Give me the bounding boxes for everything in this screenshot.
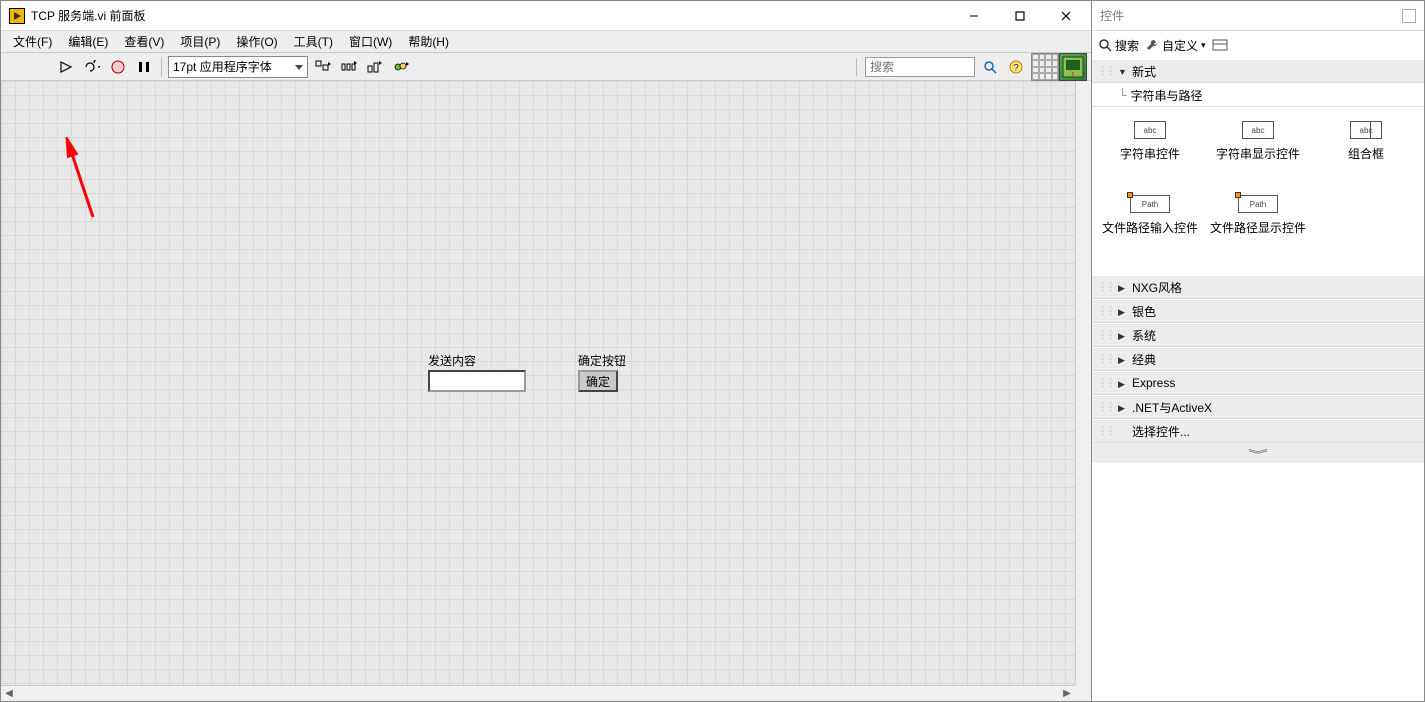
palette-tree: ⋮⋮新式 └字符串与路径 abc 字符串控件 abc 字符串显示控件 abc 组… [1092,59,1424,701]
front-panel-canvas[interactable]: 发送内容 确定按钮 确定 [1,81,1075,685]
item-string-control[interactable]: abc 字符串控件 [1096,117,1204,191]
reorder-button[interactable] [390,56,412,78]
view-icon [1212,38,1228,52]
item-string-indicator[interactable]: abc 字符串显示控件 [1204,117,1312,191]
vi-icon[interactable]: 1 [1059,53,1087,81]
menu-file[interactable]: 文件(F) [5,31,60,52]
search-icon [1098,38,1112,52]
tree-string-path[interactable]: └字符串与路径 [1092,83,1424,107]
tree-silver[interactable]: ⋮⋮银色 [1092,299,1424,323]
send-content-input[interactable] [428,370,526,392]
toolbar-search-input[interactable] [865,57,975,77]
item-empty [1312,191,1420,265]
palette-header: 控件 [1092,1,1424,31]
path-indicator-icon: Path [1238,195,1278,213]
scroll-corner [1075,685,1091,701]
tree-express[interactable]: ⋮⋮Express [1092,371,1424,395]
item-path-input[interactable]: Path 文件路径输入控件 [1096,191,1204,265]
item-path-indicator[interactable]: Path 文件路径显示控件 [1204,191,1312,265]
scroll-right-icon[interactable]: ▶ [1059,687,1075,701]
maximize-button[interactable] [997,1,1043,31]
path-input-icon: Path [1130,195,1170,213]
canvas-wrap: 发送内容 确定按钮 确定 ◀ ▶ [1,81,1091,701]
title-bar: TCP 服务端.vi 前面板 [1,1,1091,31]
run-continuous-button[interactable] [81,56,103,78]
menu-window[interactable]: 窗口(W) [341,31,400,52]
toolbar-divider [161,57,162,77]
abort-button[interactable] [107,56,129,78]
string-control-icon: abc [1134,121,1166,139]
tree-select-control[interactable]: ⋮⋮选择控件... [1092,419,1424,443]
palette-search-button[interactable]: 搜索 [1098,37,1139,54]
help-icon[interactable]: ? [1005,56,1027,78]
window-controls [951,1,1089,31]
distribute-button[interactable] [338,56,360,78]
send-content-label: 发送内容 [428,352,476,369]
palette-items-grid: abc 字符串控件 abc 字符串显示控件 abc 组合框 Path 文件路径输… [1092,107,1424,275]
annotation-arrow [61,137,101,227]
tree-system[interactable]: ⋮⋮系统 [1092,323,1424,347]
svg-text:?: ? [1013,63,1019,74]
pause-button[interactable] [133,56,155,78]
toolbar: 17pt 应用程序字体 ? 1 [1,53,1091,81]
menu-help[interactable]: 帮助(H) [400,31,457,52]
align-button[interactable] [312,56,334,78]
menu-edit[interactable]: 编辑(E) [60,31,116,52]
search-icon[interactable] [979,56,1001,78]
wrench-icon [1145,38,1159,52]
palette-expand-row[interactable]: ︾ [1092,443,1424,463]
menu-operate[interactable]: 操作(O) [228,31,285,52]
string-indicator-icon: abc [1242,121,1274,139]
menu-tools[interactable]: 工具(T) [286,31,341,52]
combo-box-icon: abc [1350,121,1382,139]
menu-bar: 文件(F) 编辑(E) 查看(V) 项目(P) 操作(O) 工具(T) 窗口(W… [1,31,1091,53]
scroll-left-icon[interactable]: ◀ [1,687,17,701]
palette-customize-button[interactable]: 自定义▾ [1145,37,1206,54]
item-combo-box[interactable]: abc 组合框 [1312,117,1420,191]
close-button[interactable] [1043,1,1089,31]
menu-project[interactable]: 项目(P) [172,31,228,52]
window-title: TCP 服务端.vi 前面板 [31,7,145,24]
svg-text:1: 1 [1071,72,1075,79]
vertical-scrollbar[interactable] [1075,81,1091,685]
tree-classic[interactable]: ⋮⋮经典 [1092,347,1424,371]
menu-view[interactable]: 查看(V) [116,31,172,52]
font-selector[interactable]: 17pt 应用程序字体 [168,56,308,78]
resize-button[interactable] [364,56,386,78]
horizontal-scrollbar[interactable]: ◀ ▶ [1,685,1075,701]
search-divider [856,58,857,76]
tree-nxg[interactable]: ⋮⋮NXG风格 [1092,275,1424,299]
palette-title: 控件 [1100,7,1124,24]
palette-view-button[interactable] [1212,38,1228,52]
controls-palette: 控件 搜索 自定义▾ ⋮⋮新式 └字符串与路径 abc 字符串控件 abc 字符… [1092,0,1425,702]
run-button[interactable] [55,56,77,78]
tree-dotnet[interactable]: ⋮⋮.NET与ActiveX [1092,395,1424,419]
palette-toolbar: 搜索 自定义▾ [1092,31,1424,59]
ok-button-label: 确定按钮 [578,352,626,369]
app-icon [9,8,25,24]
connector-pane-icon[interactable] [1031,53,1059,81]
ok-button[interactable]: 确定 [578,370,618,392]
main-window: TCP 服务端.vi 前面板 文件(F) 编辑(E) 查看(V) 项目(P) 操… [0,0,1092,702]
minimize-button[interactable] [951,1,997,31]
tree-modern[interactable]: ⋮⋮新式 [1092,59,1424,83]
palette-pin-icon[interactable] [1402,9,1416,23]
